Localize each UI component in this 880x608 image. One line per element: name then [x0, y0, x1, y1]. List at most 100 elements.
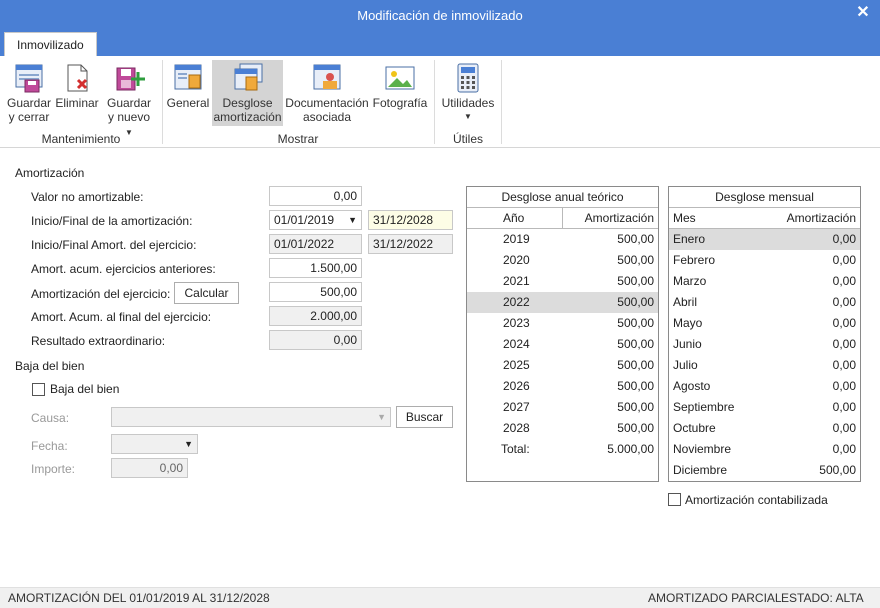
table-row[interactable]: Junio 0,00 — [669, 334, 860, 355]
group-label-mantenimiento: Mantenimiento — [41, 132, 121, 146]
table-row[interactable]: Mayo 0,00 — [669, 313, 860, 334]
year-cell: 2023 — [503, 316, 530, 330]
delete-icon — [67, 64, 88, 92]
amount-cell: 500,00 — [617, 274, 654, 288]
save-new-button[interactable]: Guardar y nuevo ▼ — [104, 60, 154, 137]
fotografia-label: Fotografía — [372, 96, 428, 110]
tab-inmovilizado[interactable]: Inmovilizado — [4, 32, 97, 57]
column-header-month: Mes — [673, 211, 696, 225]
chevron-down-icon[interactable]: ▼ — [184, 435, 193, 453]
table-row[interactable]: 2026 500,00 — [467, 376, 658, 397]
chevron-down-icon[interactable]: ▼ — [348, 211, 357, 229]
chevron-down-icon[interactable]: ▼ — [377, 408, 386, 426]
table-row[interactable]: Diciembre 500,00 — [669, 460, 860, 481]
group-label-utiles: Útiles — [452, 132, 483, 146]
general-label: General — [166, 96, 210, 110]
status-amortizacion-period: AMORTIZACIÓN DEL 01/01/2019 AL 31/12/202… — [8, 591, 270, 605]
amount-cell: 500,00 — [617, 253, 654, 267]
fecha-label: Fecha: — [31, 439, 68, 453]
table-row[interactable]: 2023 500,00 — [467, 313, 658, 334]
title-bar: Modificación de inmovilizado ✕ — [0, 0, 880, 30]
amount-cell: 500,00 — [617, 295, 654, 309]
amortizacion-ejercicio-field[interactable]: 500,00 — [269, 282, 362, 302]
desglose-amortizacion-icon — [234, 63, 262, 91]
amount-cell: 500,00 — [617, 316, 654, 330]
amortizacion-contabilizada-label: Amortización contabilizada — [685, 493, 828, 507]
image-icon — [385, 66, 415, 90]
amortizacion-contabilizada-checkbox[interactable] — [668, 493, 681, 506]
table-row[interactable]: 2022 500,00 — [467, 292, 658, 313]
table-row[interactable]: 2020 500,00 — [467, 250, 658, 271]
fecha-date[interactable]: ▼ — [111, 434, 198, 454]
inicio-final-label: Inicio/Final de la amortización: — [31, 214, 193, 228]
save-close-button[interactable]: Guardar y cerrar — [6, 60, 52, 126]
inicio-ejercicio-field: 01/01/2022 — [269, 234, 362, 254]
valor-no-amortizable-field[interactable]: 0,00 — [269, 186, 362, 206]
documentacion-label-2: asociada — [302, 110, 352, 124]
table-row[interactable]: 2024 500,00 — [467, 334, 658, 355]
table-row[interactable]: 2021 500,00 — [467, 271, 658, 292]
table-row[interactable]: Enero 0,00 — [669, 229, 860, 250]
column-header-year: Año — [467, 208, 563, 228]
table-row[interactable]: Febrero 0,00 — [669, 250, 860, 271]
causa-label: Causa: — [31, 411, 70, 425]
group-label-mostrar: Mostrar — [277, 132, 319, 146]
inicio-final-ejercicio-label: Inicio/Final Amort. del ejercicio: — [31, 238, 197, 252]
table-row[interactable]: Agosto 0,00 — [669, 376, 860, 397]
inicio-amortizacion-date[interactable]: 01/01/2019 ▼ — [269, 210, 362, 230]
month-cell: Septiembre — [673, 400, 735, 414]
table-row[interactable]: Marzo 0,00 — [669, 271, 860, 292]
desglose-amortizacion-button[interactable]: Desglose amortización — [212, 60, 283, 126]
final-amortizacion-field[interactable]: 31/12/2028 — [368, 210, 453, 230]
year-cell: 2024 — [503, 337, 530, 351]
close-icon[interactable]: ✕ — [854, 4, 872, 22]
total-label: Total: — [501, 442, 530, 456]
valor-no-amortizable-label: Valor no amortizable: — [31, 190, 144, 204]
general-button[interactable]: General — [166, 60, 210, 126]
ribbon: Guardar y cerrar Eliminar Guardar y nuev… — [0, 56, 880, 148]
status-bar: AMORTIZACIÓN DEL 01/01/2019 AL 31/12/202… — [0, 587, 880, 608]
resultado-extraordinario-field: 0,00 — [269, 330, 362, 350]
amount-cell: 0,00 — [832, 253, 856, 267]
documentacion-asociada-button[interactable]: Documentación asociada — [285, 60, 369, 126]
month-cell: Mayo — [673, 316, 703, 330]
delete-label: Eliminar — [55, 96, 99, 110]
baja-bien-checkbox[interactable] — [32, 383, 45, 396]
tab-strip: Inmovilizado — [0, 30, 880, 57]
delete-button[interactable]: Eliminar — [54, 60, 100, 126]
total-value: 5.000,00 — [607, 442, 654, 456]
table-row[interactable]: 2027 500,00 — [467, 397, 658, 418]
amount-cell: 500,00 — [617, 337, 654, 351]
amort-acum-anteriores-field[interactable]: 1.500,00 — [269, 258, 362, 278]
year-cell: 2026 — [503, 379, 530, 393]
year-cell: 2020 — [503, 253, 530, 267]
calcular-button[interactable]: Calcular — [174, 282, 239, 304]
table-row[interactable]: 2019 500,00 — [467, 229, 658, 250]
fotografia-button[interactable]: Fotografía — [371, 60, 429, 126]
month-cell: Enero — [673, 232, 706, 246]
amount-cell: 500,00 — [819, 463, 856, 477]
table-row[interactable]: Abril 0,00 — [669, 292, 860, 313]
table-row[interactable]: Julio 0,00 — [669, 355, 860, 376]
amount-cell: 0,00 — [832, 379, 856, 393]
column-header-amount: Amortización — [584, 211, 654, 225]
causa-select[interactable]: ▼ — [111, 407, 391, 427]
importe-field: 0,00 — [111, 458, 188, 478]
table-row[interactable]: 2028 500,00 — [467, 418, 658, 439]
save-close-label-1: Guardar — [6, 96, 52, 110]
table-row[interactable]: 2025 500,00 — [467, 355, 658, 376]
table-row[interactable]: Octubre 0,00 — [669, 418, 860, 439]
amort-acum-final-label: Amort. Acum. al final del ejercicio: — [31, 310, 212, 324]
window-title: Modificación de inmovilizado — [357, 8, 523, 23]
year-cell: 2027 — [503, 400, 530, 414]
amort-acum-final-field: 2.000,00 — [269, 306, 362, 326]
utilidades-button[interactable]: Utilidades ▼ — [438, 60, 498, 126]
year-cell: 2025 — [503, 358, 530, 372]
desglose-anual-title: Desglose anual teórico — [467, 187, 658, 208]
desglose-mensual-title: Desglose mensual — [669, 187, 860, 208]
table-row[interactable]: Noviembre 0,00 — [669, 439, 860, 460]
section-title-amortizacion: Amortización — [15, 166, 85, 180]
general-icon — [174, 64, 202, 90]
table-row[interactable]: Septiembre 0,00 — [669, 397, 860, 418]
buscar-button[interactable]: Buscar — [396, 406, 453, 428]
